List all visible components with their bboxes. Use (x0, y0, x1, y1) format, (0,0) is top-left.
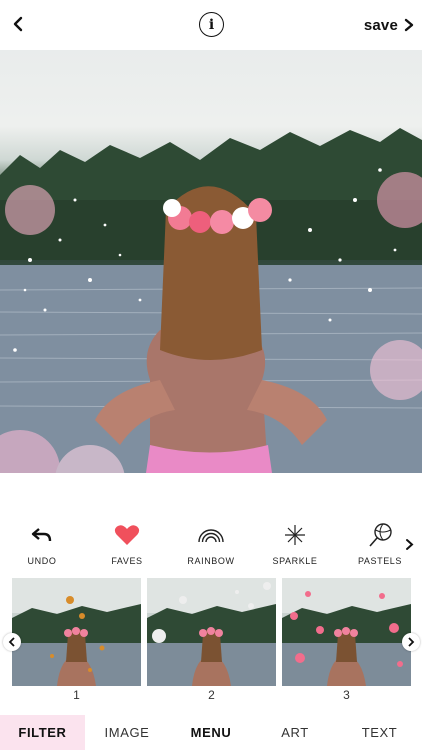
bottom-tab-bar: FILTER IMAGE MENU ART TEXT (0, 715, 422, 750)
thumbnails-next-button[interactable] (402, 633, 420, 651)
thumbnail-number: 1 (73, 688, 80, 702)
thumbnails-prev-button[interactable] (3, 633, 21, 651)
thumbnail-image (147, 578, 276, 686)
tab-filter[interactable]: FILTER (0, 715, 85, 750)
thumbnail-image (12, 578, 141, 686)
tools-next-button[interactable] (402, 534, 416, 554)
tab-label: FILTER (18, 725, 67, 740)
chevron-left-icon (13, 16, 23, 32)
chevron-left-icon (8, 637, 15, 647)
tab-label: MENU (190, 725, 232, 740)
undo-icon (27, 520, 57, 550)
tab-label: ART (281, 725, 309, 740)
filter-thumbnails: 1 2 3 (0, 578, 422, 710)
tab-menu[interactable]: MENU (169, 715, 253, 750)
lollipop-icon (365, 520, 395, 550)
sparkle-label: SPARKLE (272, 556, 318, 566)
info-icon: i (208, 16, 215, 33)
heart-icon (112, 520, 142, 550)
chevron-right-icon (405, 538, 413, 550)
info-button[interactable]: i (199, 12, 224, 37)
tab-art[interactable]: ART (253, 715, 337, 750)
rainbow-label: RAINBOW (187, 556, 235, 566)
faves-label: FAVES (111, 556, 143, 566)
tab-image[interactable]: IMAGE (85, 715, 169, 750)
edited-photo[interactable] (0, 50, 422, 473)
thumbnail-number: 2 (208, 688, 215, 702)
thumbnail-number: 3 (343, 688, 350, 702)
rainbow-icon (196, 520, 226, 550)
filter-thumbnail-3[interactable] (282, 578, 411, 686)
thumbnail-image (282, 578, 411, 686)
tab-text[interactable]: TEXT (337, 715, 422, 750)
sparkle-button[interactable]: SPARKLE (260, 520, 330, 570)
undo-button[interactable]: UNDO (7, 520, 77, 570)
filter-thumbnail-2[interactable] (147, 578, 276, 686)
undo-label: UNDO (27, 556, 57, 566)
rainbow-button[interactable]: RAINBOW (176, 520, 246, 570)
save-label: save (363, 16, 398, 34)
tab-label: IMAGE (104, 725, 150, 740)
top-bar: i save (0, 0, 422, 50)
sparkle-icon (280, 520, 310, 550)
chevron-right-icon (408, 637, 415, 647)
back-button[interactable] (6, 12, 30, 36)
chevron-right-icon (404, 18, 414, 32)
tool-row: UNDO FAVES RAINBOW SPARKLE PASTELS (0, 520, 422, 570)
save-button[interactable]: save (364, 13, 414, 37)
tab-label: TEXT (361, 725, 398, 740)
filter-thumbnail-1[interactable] (12, 578, 141, 686)
faves-button[interactable]: FAVES (92, 520, 162, 570)
photo-art (0, 128, 422, 473)
pastels-label: PASTELS (357, 556, 403, 566)
